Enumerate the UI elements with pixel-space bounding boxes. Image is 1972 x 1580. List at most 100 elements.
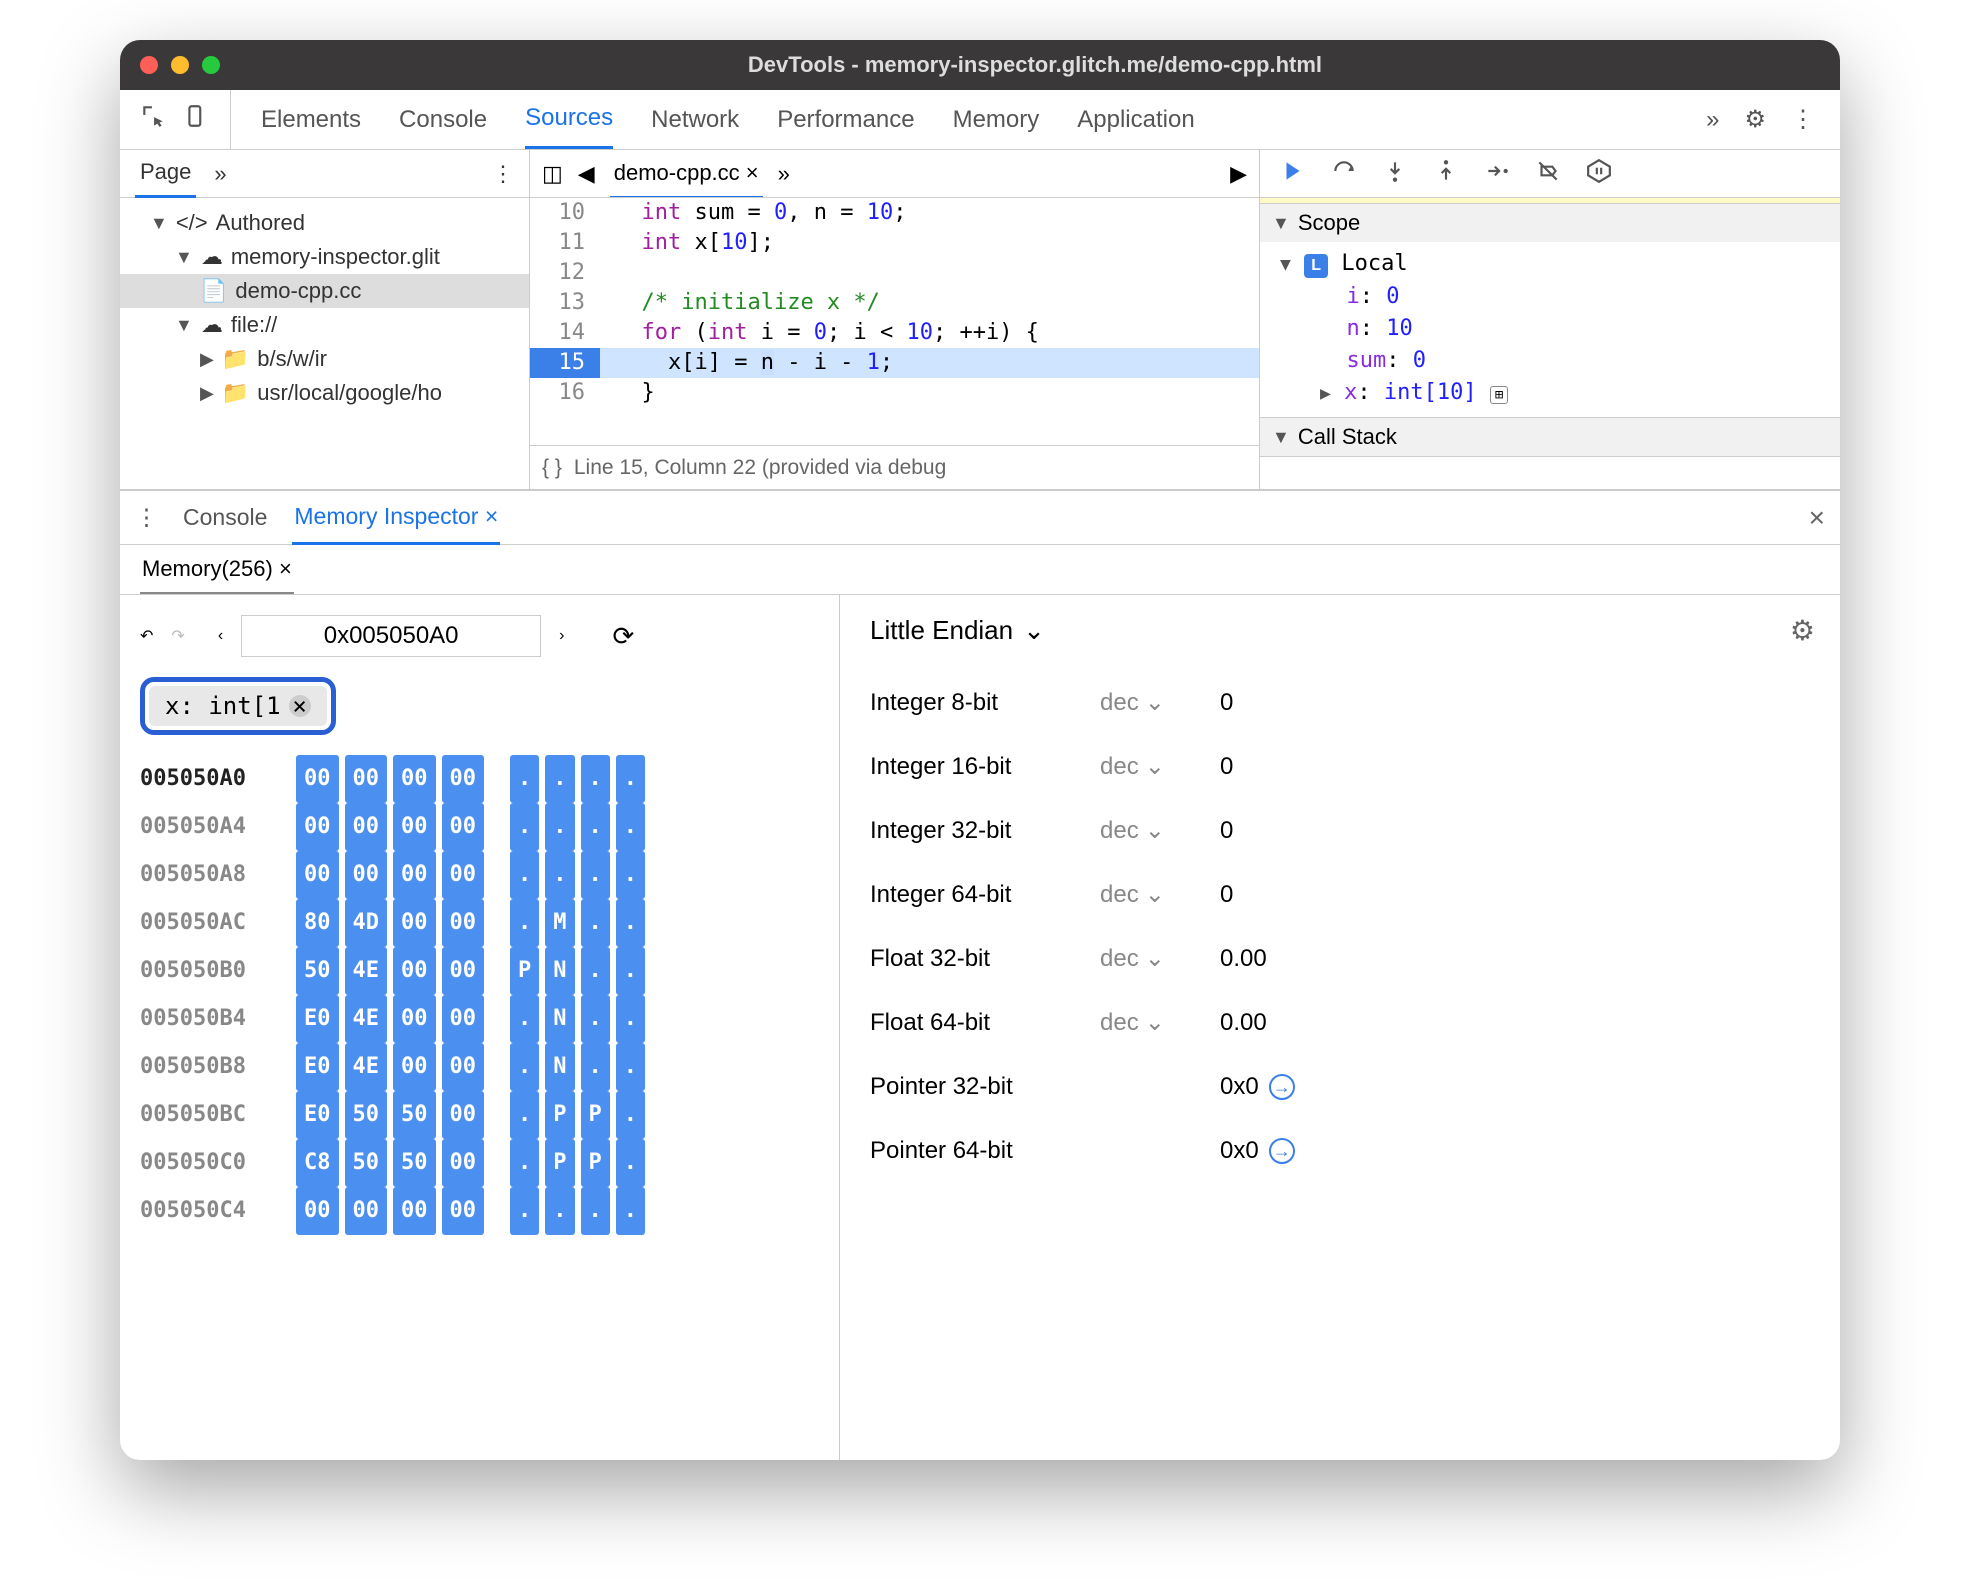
more-tabs-icon[interactable]: »: [214, 161, 226, 187]
scope-variable[interactable]: i: 0: [1320, 281, 1820, 313]
nav-prev-icon[interactable]: ◀: [578, 161, 595, 187]
sidebar-menu-icon[interactable]: ⋮: [492, 161, 514, 187]
resume-button[interactable]: [1280, 158, 1306, 189]
step-into-button[interactable]: [1382, 158, 1408, 189]
editor-file-tab[interactable]: demo-cpp.cc ×: [610, 150, 763, 197]
hex-row[interactable]: 005050B8E04E0000.N..: [140, 1043, 819, 1091]
tree-folder[interactable]: ▶📁usr/local/google/ho: [120, 376, 529, 410]
close-memory-tab-icon[interactable]: ×: [279, 556, 292, 581]
pause-on-exceptions-button[interactable]: [1586, 158, 1612, 189]
pretty-print-icon[interactable]: { }: [542, 456, 562, 480]
scope-section-header[interactable]: ▼Scope: [1260, 204, 1840, 242]
format-select[interactable]: dec ⌄: [1100, 991, 1220, 1055]
deactivate-breakpoints-button[interactable]: [1535, 158, 1561, 189]
address-prev-button[interactable]: ‹: [218, 627, 223, 645]
hex-row[interactable]: 005050C0C8505000.PP.: [140, 1139, 819, 1187]
close-window-button[interactable]: [140, 56, 158, 74]
value-row: Integer 8-bitdec ⌄0: [870, 671, 1810, 735]
format-select[interactable]: dec ⌄: [1100, 735, 1220, 799]
panel-tab-memory[interactable]: Memory: [953, 92, 1040, 148]
panel-tab-application[interactable]: Application: [1077, 92, 1194, 148]
drawer-tab-memory-inspector[interactable]: Memory Inspector ×: [292, 491, 500, 545]
callstack-section-header[interactable]: ▼Call Stack: [1260, 418, 1840, 456]
run-snippet-icon[interactable]: ▶: [1230, 161, 1247, 187]
undo-icon[interactable]: ↶: [140, 626, 153, 646]
value-row: Integer 64-bitdec ⌄0: [870, 863, 1810, 927]
jump-to-address-icon[interactable]: →: [1269, 1138, 1295, 1164]
panel-tab-sources[interactable]: Sources: [525, 90, 613, 149]
source-editor: ◫ ◀ demo-cpp.cc × » ▶ 10 int sum = 0, n …: [530, 150, 1260, 489]
hex-row[interactable]: 005050AC804D0000.M..: [140, 899, 819, 947]
device-toggle-icon[interactable]: [184, 103, 210, 136]
panel-tab-elements[interactable]: Elements: [261, 92, 361, 148]
scope-variable[interactable]: ▶ x: int[10] ⊞: [1320, 377, 1820, 411]
hex-row[interactable]: 005050BCE0505000.PP.: [140, 1091, 819, 1139]
inspect-element-icon[interactable]: [140, 103, 166, 136]
more-panels-icon[interactable]: »: [1706, 106, 1719, 134]
value-settings-icon[interactable]: ⚙: [1790, 614, 1815, 647]
cursor-position: Line 15, Column 22 (provided via debug: [574, 456, 946, 480]
tree-root[interactable]: ▼</>Authored: [120, 206, 529, 240]
format-select[interactable]: dec ⌄: [1100, 863, 1220, 927]
jump-to-address-icon[interactable]: →: [1269, 1074, 1295, 1100]
hex-row[interactable]: 005050A000000000....: [140, 755, 819, 803]
drawer-menu-icon[interactable]: ⋮: [135, 504, 158, 531]
close-drawer-icon[interactable]: ×: [1809, 502, 1825, 534]
panel-tab-performance[interactable]: Performance: [777, 92, 914, 148]
chevron-down-icon: ⌄: [1145, 927, 1165, 991]
drawer-tab-console[interactable]: Console: [183, 504, 267, 531]
chip-remove-icon[interactable]: ×: [289, 695, 311, 717]
tree-file-scheme[interactable]: ▼☁file://: [120, 308, 529, 342]
code-line[interactable]: 10 int sum = 0, n = 10;: [530, 198, 1259, 228]
tree-folder[interactable]: ▶📁b/s/w/ir: [120, 342, 529, 376]
format-select[interactable]: dec ⌄: [1100, 799, 1220, 863]
step-button[interactable]: [1484, 158, 1510, 189]
code-line[interactable]: 12: [530, 258, 1259, 288]
chevron-down-icon: ⌄: [1145, 799, 1165, 863]
step-over-button[interactable]: [1331, 158, 1357, 189]
hex-row[interactable]: 005050B4E04E0000.N..: [140, 995, 819, 1043]
endianness-select[interactable]: Little Endian ⌄ ⚙: [870, 615, 1810, 646]
minimize-window-button[interactable]: [171, 56, 189, 74]
scope-variable[interactable]: sum: 0: [1320, 345, 1820, 377]
code-line[interactable]: 15 x[i] = n - i - 1;: [530, 348, 1259, 378]
memory-tab[interactable]: Memory(256) ×: [140, 546, 294, 594]
page-tab[interactable]: Page: [135, 149, 196, 198]
close-tab-icon[interactable]: ×: [746, 160, 759, 185]
window-titlebar: DevTools - memory-inspector.glitch.me/de…: [120, 40, 1840, 90]
tree-file-selected[interactable]: 📄demo-cpp.cc: [120, 274, 529, 308]
panel-tab-console[interactable]: Console: [399, 92, 487, 148]
code-line[interactable]: 16 }: [530, 378, 1259, 408]
step-out-button[interactable]: [1433, 158, 1459, 189]
address-input[interactable]: [241, 615, 541, 657]
code-line[interactable]: 13 /* initialize x */: [530, 288, 1259, 318]
code-line[interactable]: 14 for (int i = 0; i < 10; ++i) {: [530, 318, 1259, 348]
tree-domain[interactable]: ▼☁memory-inspector.glit: [120, 240, 529, 274]
code-area[interactable]: 10 int sum = 0, n = 10;11 int x[10];1213…: [530, 198, 1259, 445]
format-select[interactable]: dec ⌄: [1100, 927, 1220, 991]
hex-row[interactable]: 005050A800000000....: [140, 851, 819, 899]
hex-row[interactable]: 005050B0504E0000PN..: [140, 947, 819, 995]
close-drawer-tab-icon[interactable]: ×: [485, 503, 498, 529]
window-title: DevTools - memory-inspector.glitch.me/de…: [250, 52, 1820, 78]
settings-gear-icon[interactable]: ⚙: [1744, 105, 1766, 134]
redo-icon[interactable]: ↷: [171, 626, 184, 646]
hex-row[interactable]: 005050C400000000....: [140, 1187, 819, 1235]
code-line[interactable]: 11 int x[10];: [530, 228, 1259, 258]
maximize-window-button[interactable]: [202, 56, 220, 74]
value-row: Pointer 64-bit0x0 →: [870, 1119, 1810, 1183]
scope-variable[interactable]: n: 10: [1320, 313, 1820, 345]
scope-local[interactable]: ▼ L Local: [1280, 248, 1820, 281]
address-next-button[interactable]: ›: [559, 627, 564, 645]
refresh-icon[interactable]: ⟳: [612, 621, 634, 652]
nav-back-icon[interactable]: ◫: [542, 161, 563, 187]
object-chip[interactable]: x: int[1×: [149, 686, 327, 726]
format-select[interactable]: dec ⌄: [1100, 671, 1220, 735]
more-files-icon[interactable]: »: [778, 161, 790, 187]
panel-tab-network[interactable]: Network: [651, 92, 739, 148]
more-menu-icon[interactable]: ⋮: [1791, 105, 1815, 134]
object-chip-highlight: x: int[1×: [140, 677, 336, 735]
hex-row[interactable]: 005050A400000000....: [140, 803, 819, 851]
value-display: 0: [1220, 671, 1233, 735]
panel-tabs: Elements Console Sources Network Performance…: [231, 90, 1225, 149]
